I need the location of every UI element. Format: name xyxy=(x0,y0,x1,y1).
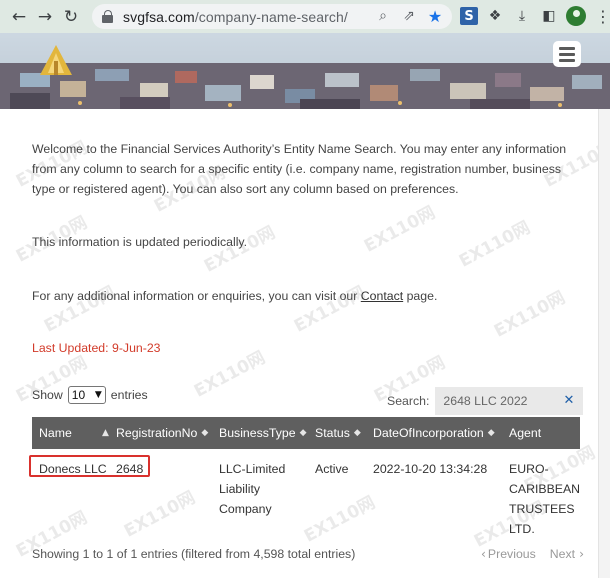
chevron-down-icon: ▼ xyxy=(94,390,102,400)
column-header-businesstype[interactable]: BusinessType ◆ xyxy=(219,417,306,449)
column-header-status[interactable]: Status ◆ xyxy=(315,417,361,449)
last-updated: Last Updated: 9-Jun-23 xyxy=(32,341,161,355)
site-banner xyxy=(0,33,610,109)
address-bar[interactable]: svgfsa.com/company-name-search/ ⌕ ⇗ ★ xyxy=(92,4,452,29)
town-photo xyxy=(0,33,610,109)
search-label: Search: xyxy=(387,394,430,408)
cell-name: Donecs LLC xyxy=(39,462,107,476)
extension-s-icon[interactable]: S xyxy=(460,7,478,25)
clear-search-icon[interactable]: ✕ xyxy=(563,393,574,408)
next-button[interactable]: Next xyxy=(550,547,584,561)
forward-arrow-icon[interactable]: → xyxy=(32,4,58,30)
sort-icon[interactable]: ▲︎ xyxy=(98,417,109,449)
previous-button[interactable]: Previous xyxy=(481,547,536,561)
table-row: Donecs LLC 2648 LLC-Limited Liability Co… xyxy=(29,449,581,541)
zoom-icon[interactable]: ⌕ xyxy=(374,7,392,25)
browser-toolbar: ← → ↻ svgfsa.com/company-name-search/ ⌕ … xyxy=(0,0,610,33)
contact-text: For any additional information or enquir… xyxy=(32,289,438,303)
column-header-registrationno[interactable]: RegistrationNo ◆ xyxy=(116,417,208,449)
hamburger-menu-icon[interactable] xyxy=(553,41,581,67)
column-header-name[interactable]: Name xyxy=(39,417,72,449)
back-arrow-icon[interactable]: ← xyxy=(6,4,32,30)
cell-business-type: LLC-Limited Liability Company xyxy=(219,462,286,516)
sort-icon[interactable]: ◆ xyxy=(488,428,495,438)
side-panel-icon[interactable]: ◧ xyxy=(539,5,559,27)
fsa-logo-icon[interactable] xyxy=(36,43,76,77)
puzzle-icon[interactable]: ❖ xyxy=(485,5,505,27)
pagination: Previous Next xyxy=(481,547,584,561)
table-info: Showing 1 to 1 of 1 entries (filtered fr… xyxy=(32,547,356,561)
contact-link[interactable]: Contact xyxy=(361,289,403,303)
cell-status: Active xyxy=(315,462,349,476)
cell-date: 2022-10-20 13:34:28 xyxy=(373,462,488,476)
share-icon[interactable]: ⇗ xyxy=(400,7,418,25)
show-label: Show xyxy=(32,388,63,402)
more-vert-icon[interactable]: ⋮ xyxy=(593,5,610,27)
entries-length-control: Show 10 ▼ entries xyxy=(32,386,148,404)
updated-note: This information is updated periodically… xyxy=(32,235,248,249)
reload-icon[interactable]: ↻ xyxy=(58,4,84,30)
bookmark-star-icon[interactable]: ★ xyxy=(426,7,444,26)
sort-icon[interactable]: ◆ xyxy=(300,428,307,438)
table-header: Name ▲︎ RegistrationNo ◆ BusinessType ◆ St… xyxy=(32,417,580,449)
column-header-dateofincorporation[interactable]: DateOfIncorporation ◆ xyxy=(373,417,495,449)
entries-label: entries xyxy=(110,388,148,402)
lock-icon[interactable] xyxy=(102,10,114,23)
welcome-text: Welcome to the Financial Services Author… xyxy=(32,142,567,196)
scrollbar-track[interactable] xyxy=(598,109,610,578)
search-input[interactable]: 2648 LLC 2022 ✕ xyxy=(435,387,584,415)
column-header-agent[interactable]: Agent xyxy=(509,417,541,449)
cell-agent: EURO- CARIBBEAN TRUSTEES LTD. xyxy=(509,462,581,536)
profile-avatar-icon[interactable] xyxy=(566,6,586,26)
download-icon[interactable]: ⤓ xyxy=(512,5,532,27)
sort-icon[interactable]: ◆ xyxy=(201,428,208,438)
sort-icon[interactable]: ◆ xyxy=(354,428,361,438)
url-text[interactable]: svgfsa.com/company-name-search/ xyxy=(123,9,348,25)
cell-registration-no: 2648 xyxy=(116,462,144,476)
entries-select[interactable]: 10 ▼ xyxy=(67,386,106,404)
search-control: Search: 2648 LLC 2022 ✕ xyxy=(387,387,584,415)
